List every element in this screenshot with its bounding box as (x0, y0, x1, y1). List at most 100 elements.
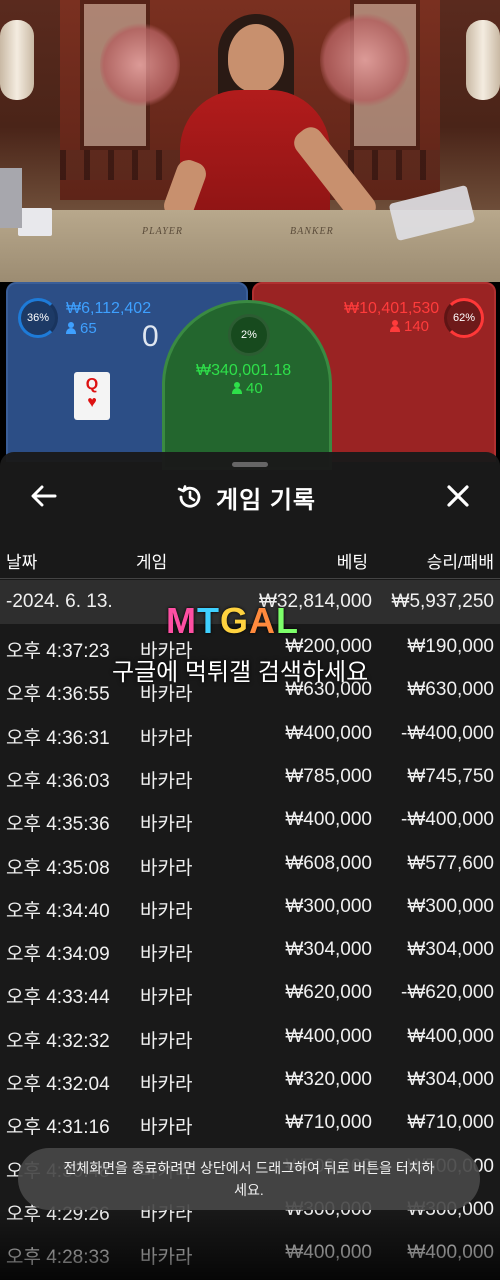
column-header-bet[interactable]: 베팅 (337, 548, 368, 573)
row-bet: ₩300,000 (285, 896, 372, 917)
row-time: 오후 4:34:09 (6, 944, 110, 965)
tie-bettors-count: 40 (246, 380, 263, 397)
player-percent-ring: 36% (18, 298, 58, 338)
sheet-drag-handle[interactable] (232, 462, 268, 467)
sheet-title-group: 게임 기록 (176, 478, 316, 516)
row-time: 오후 4:34:40 (6, 901, 110, 922)
back-button[interactable] (26, 476, 62, 516)
watermark-logo: M T G A L (166, 600, 299, 642)
table-row[interactable]: 오후 4:31:16 바카라 ₩710,000 ₩710,000 (0, 1102, 500, 1145)
banker-percent: 62% (452, 312, 476, 324)
watermark-caption: 구글에 먹튀갤 검색하세요 (112, 659, 369, 686)
felt-banker-label: BANKER (290, 226, 334, 237)
video-blossom (320, 10, 410, 110)
row-result: ₩300,000 (407, 896, 494, 917)
row-time: 오후 4:33:44 (6, 987, 110, 1008)
fullscreen-exit-toast: 전체화면을 종료하려면 상단에서 드래그하여 뒤로 버튼을 터치하세요. (18, 1148, 480, 1210)
arrow-left-icon (31, 485, 57, 507)
column-header-game[interactable]: 게임 (136, 548, 167, 573)
row-game: 바카라 (140, 1117, 193, 1138)
watermark-letter: G (220, 600, 250, 641)
row-time: 오후 4:35:08 (6, 858, 110, 879)
row-result: ₩745,750 (407, 766, 494, 787)
row-time: 오후 4:32:04 (6, 1074, 110, 1095)
table-row[interactable]: 오후 4:34:09 바카라 ₩304,000 ₩304,000 (0, 929, 500, 972)
player-score: 0 (142, 320, 159, 353)
player-percent: 36% (26, 312, 50, 324)
row-game: 바카라 (140, 987, 193, 1008)
table-row[interactable]: 오후 4:35:36 바카라 ₩400,000 -₩400,000 (0, 799, 500, 842)
table-row[interactable]: 오후 4:32:32 바카라 ₩400,000 ₩400,000 (0, 1016, 500, 1059)
row-bet: ₩710,000 (285, 1112, 372, 1133)
player-card: Q ♥ (74, 372, 110, 420)
row-result: ₩577,600 (407, 853, 494, 874)
row-result: ₩190,000 (407, 636, 494, 657)
banker-bettors: 140 (390, 318, 429, 335)
banker-percent-ring: 62% (444, 298, 484, 338)
watermark-letter: L (276, 600, 300, 641)
column-header-date[interactable]: 날짜 (6, 548, 37, 573)
player-bettors-count: 65 (80, 320, 97, 337)
row-result: ₩304,000 (407, 1069, 494, 1090)
person-icon (66, 322, 76, 334)
live-video-stream[interactable]: PLAYER BANKER (0, 0, 500, 282)
person-icon (390, 320, 400, 332)
row-bet: ₩320,000 (285, 1069, 372, 1090)
close-button[interactable] (440, 476, 476, 516)
card-rank: Q (85, 376, 99, 393)
tie-bettors: 40 (232, 380, 263, 397)
row-time: 오후 4:32:32 (6, 1031, 110, 1052)
row-result: -₩400,000 (401, 723, 494, 744)
row-bet: ₩304,000 (285, 939, 372, 960)
row-result: ₩630,000 (407, 679, 494, 700)
row-game: 바카라 (140, 1074, 193, 1095)
table-row[interactable]: 오후 4:34:40 바카라 ₩300,000 ₩300,000 (0, 886, 500, 929)
row-result: -₩620,000 (401, 982, 494, 1003)
video-lantern (466, 20, 500, 100)
chip-tray (0, 168, 22, 228)
row-bet: ₩785,000 (285, 766, 372, 787)
history-clock-icon (177, 485, 201, 508)
person-icon (232, 382, 242, 394)
row-game: 바카라 (140, 771, 193, 792)
column-header-result[interactable]: 승리/패배 (427, 548, 494, 573)
video-lantern (0, 20, 34, 100)
close-x-icon (447, 485, 469, 507)
row-result: ₩304,000 (407, 939, 494, 960)
table-row[interactable]: 오후 4:35:08 바카라 ₩608,000 ₩577,600 (0, 843, 500, 886)
banker-bettors-count: 140 (404, 318, 430, 335)
row-bet: ₩400,000 (285, 809, 372, 830)
bottom-fade (0, 1210, 500, 1280)
watermark-letter: M (166, 600, 197, 641)
row-result: ₩400,000 (407, 1026, 494, 1047)
row-result: ₩710,000 (407, 1112, 494, 1133)
row-time: 오후 4:36:03 (6, 771, 110, 792)
table-row[interactable]: 오후 4:36:31 바카라 ₩400,000 -₩400,000 (0, 713, 500, 756)
row-bet: ₩608,000 (285, 853, 372, 874)
page-title: 게임 기록 (216, 486, 316, 514)
row-time: 오후 4:37:23 (6, 641, 110, 662)
tie-percent-ring: 2% (228, 314, 270, 356)
header-divider (0, 578, 500, 579)
card-stack (18, 208, 52, 236)
row-game: 바카라 (140, 1031, 193, 1052)
tie-bet-amount: ₩340,001.18 (196, 362, 292, 379)
row-game: 바카라 (140, 858, 193, 879)
watermark-letter: T (197, 600, 220, 641)
video-blossom (100, 20, 180, 110)
table-row[interactable]: 오후 4:36:03 바카라 ₩785,000 ₩745,750 (0, 756, 500, 799)
dealer-face (228, 24, 284, 92)
table-row[interactable]: 오후 4:33:44 바카라 ₩620,000 -₩620,000 (0, 972, 500, 1015)
table-row[interactable]: 오후 4:32:04 바카라 ₩320,000 ₩304,000 (0, 1059, 500, 1102)
row-bet: ₩620,000 (285, 982, 372, 1003)
row-time: 오후 4:31:16 (6, 1117, 110, 1138)
summary-result: ₩5,937,250 (391, 591, 494, 612)
toast-message: 전체화면을 종료하려면 상단에서 드래그하여 뒤로 버튼을 터치하세요. (63, 1160, 435, 1198)
row-bet: ₩400,000 (285, 723, 372, 744)
player-bettors: 65 (66, 320, 97, 337)
row-game: 바카라 (140, 814, 193, 835)
card-suit-icon: ♥ (87, 394, 97, 411)
row-time: 오후 4:36:55 (6, 684, 110, 705)
felt-player-label: PLAYER (142, 226, 184, 237)
row-game: 바카라 (140, 944, 193, 965)
